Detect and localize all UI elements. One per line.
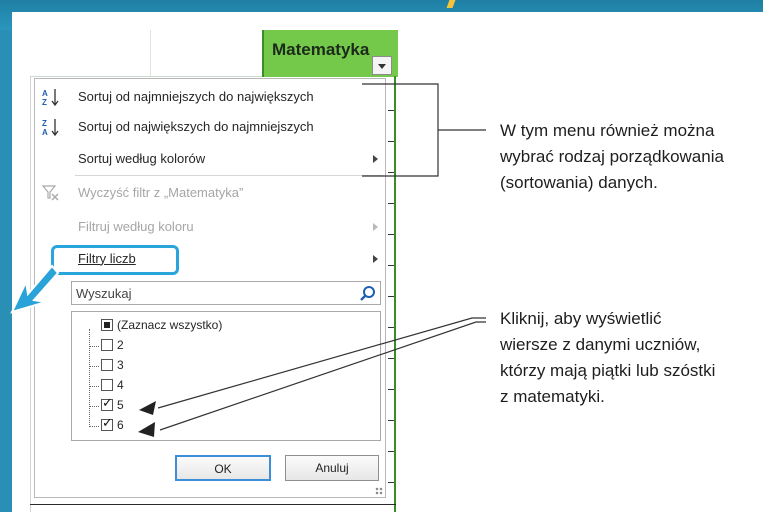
sort-bracket [362,83,439,177]
sort-annotation: W tym menu również można wybrać rodzaj p… [500,118,724,196]
annotation-line: W tym menu również można [500,121,715,140]
annotation-line: (sortowania) danych. [500,173,658,192]
annotation-line: Kliknij, aby wyświetlić [500,309,662,328]
annotation-overlay [10,83,486,437]
filter-annotation: Kliknij, aby wyświetlić wiersze z danymi… [500,306,715,410]
annotation-line: którzy mają piątki lub szóstki [500,361,716,380]
callout-arrow-line [159,321,486,431]
annotation-line: wiersze z danymi uczniów, [500,335,701,354]
arrowhead-icon [138,422,155,437]
annotation-line: wybrać rodzaj porządkowania [500,147,724,166]
arrowhead-icon [139,401,156,415]
page: Matematyka A Z Sortuj od najmniejszych d… [0,0,763,512]
pointer-arrow-icon [10,264,60,314]
callout-arrow-line [157,317,486,409]
annotation-line: z matematyki. [500,387,605,406]
